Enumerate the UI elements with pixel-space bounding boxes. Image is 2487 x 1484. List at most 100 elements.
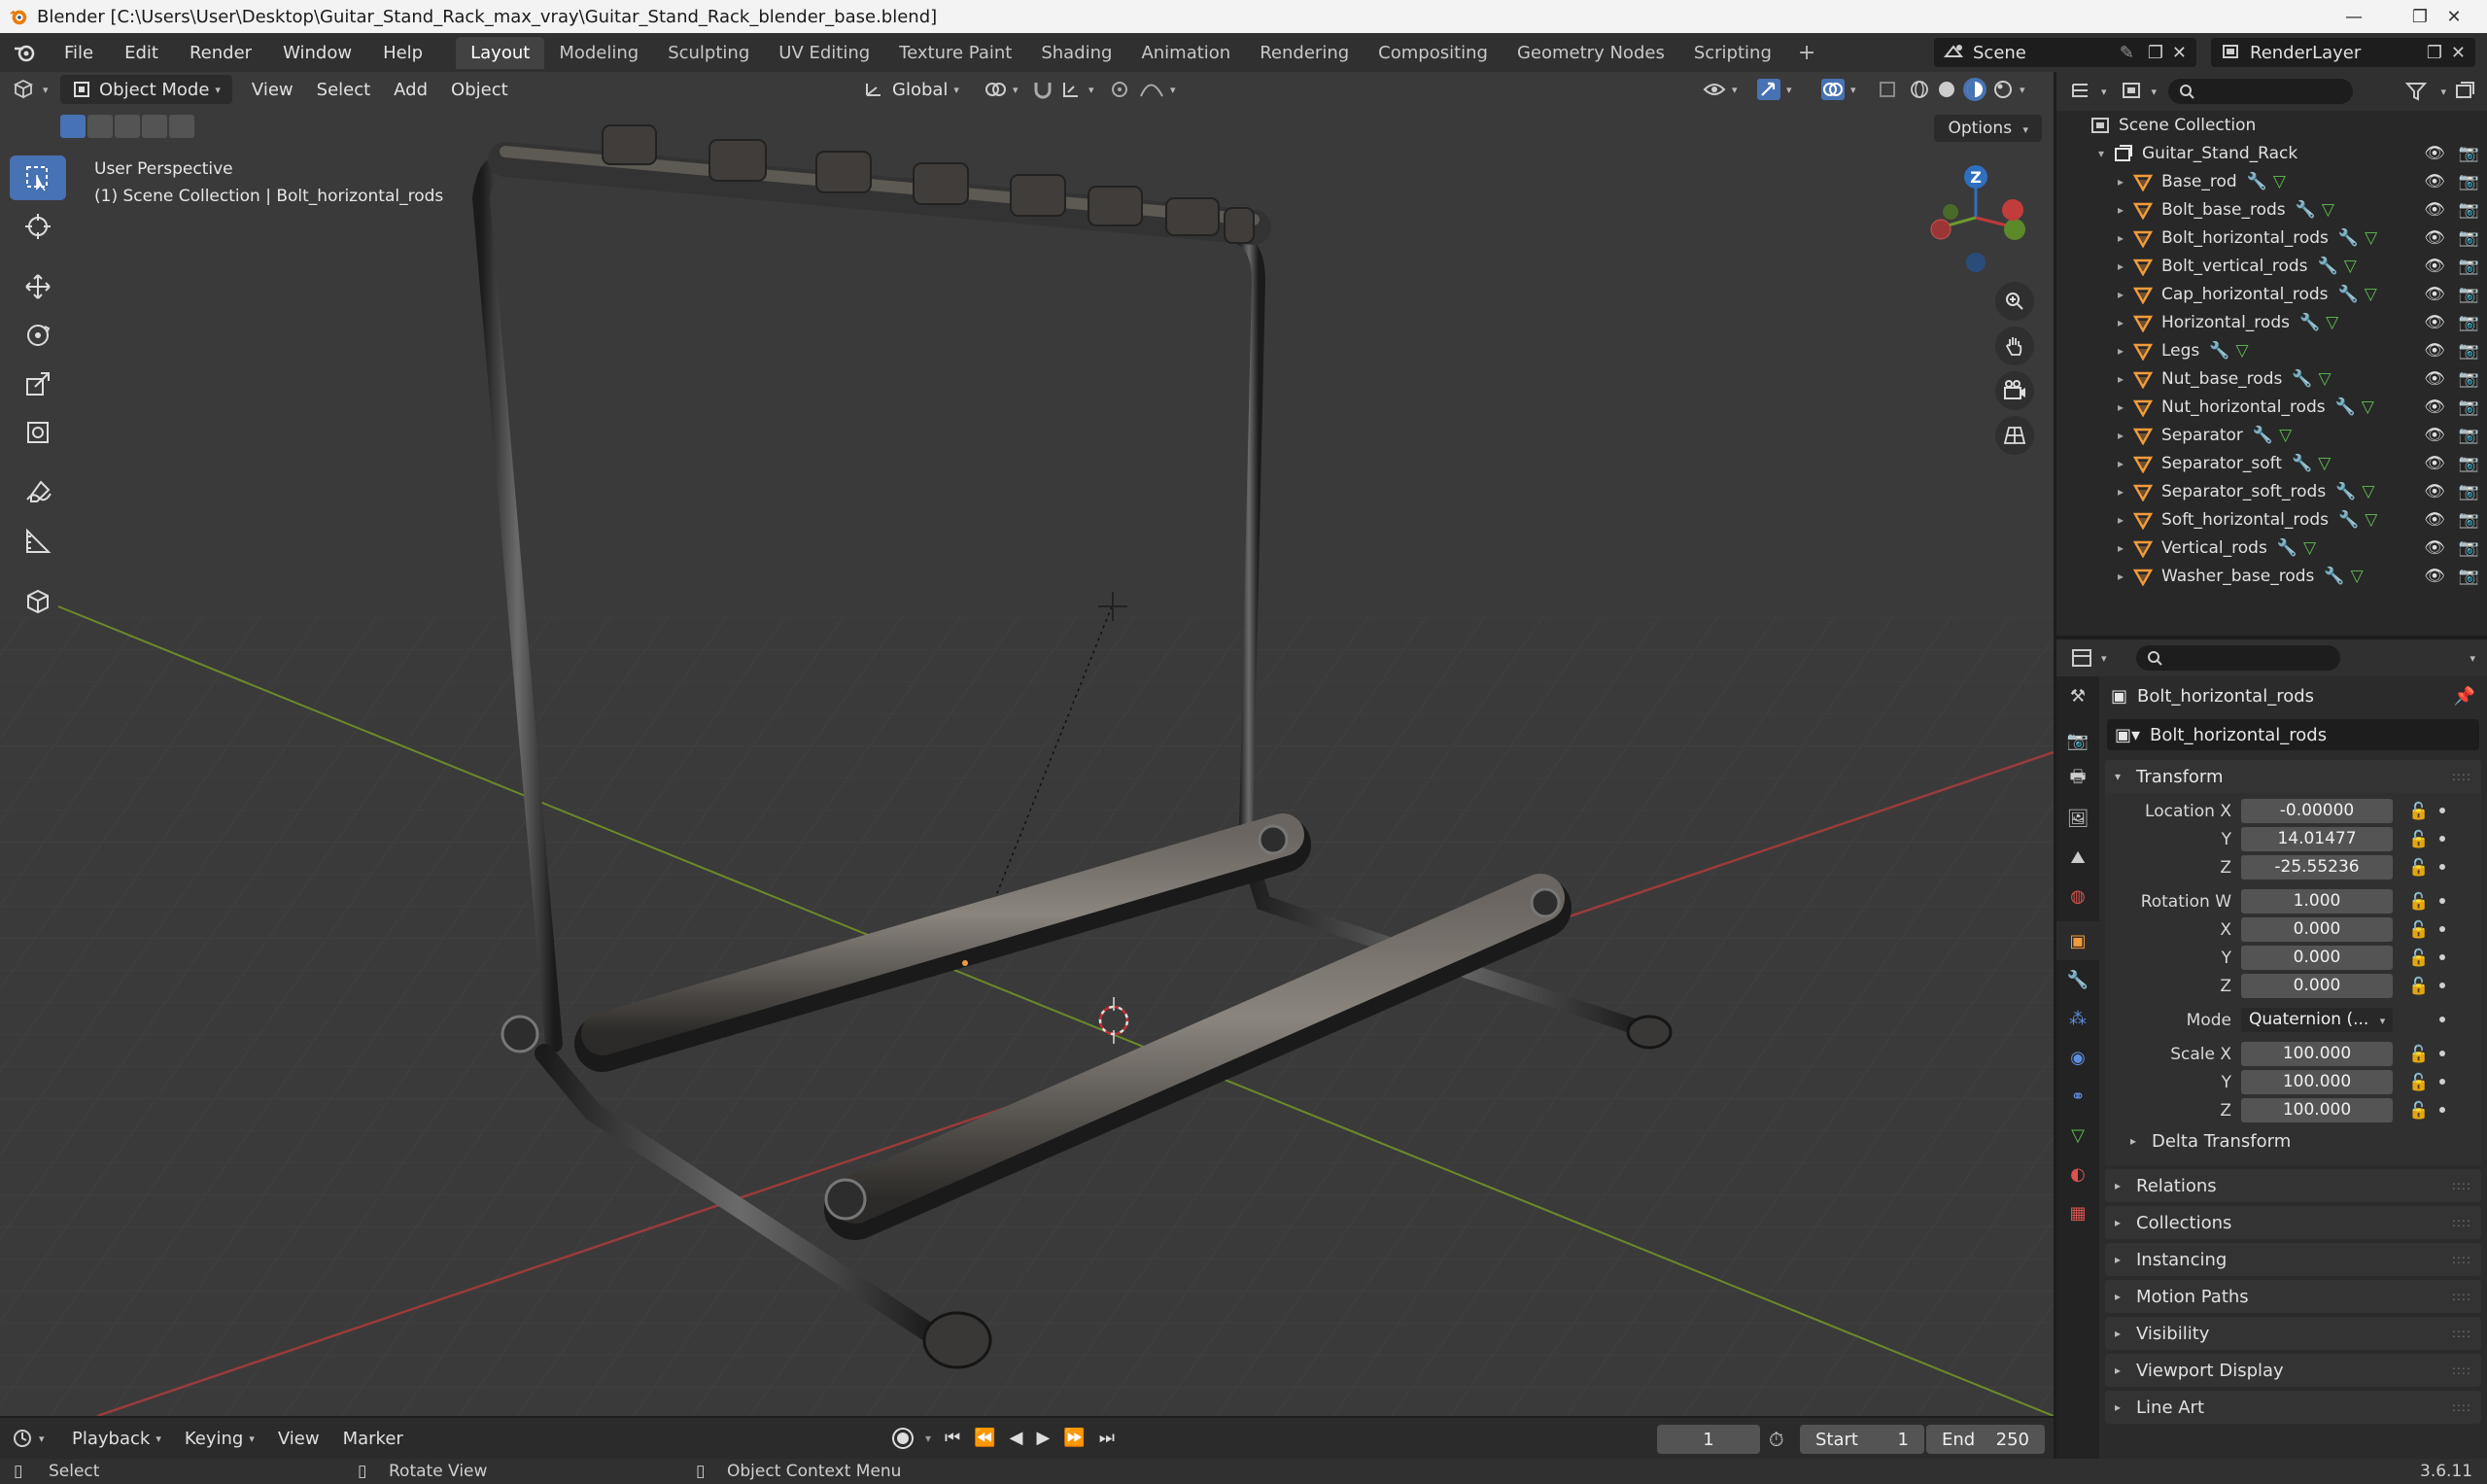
scale-x-field[interactable]: 100.000 (2241, 1042, 2393, 1066)
modifier-wrench-icon[interactable]: 🔧 (2292, 454, 2312, 473)
panel-header-motion-paths[interactable]: ▸ Motion Paths:::: (2105, 1280, 2481, 1313)
keyframe-dot-icon[interactable] (2439, 1079, 2445, 1085)
display-mode-icon[interactable] (2121, 81, 2146, 102)
mesh-data-icon[interactable]: ▽ (2365, 228, 2377, 248)
tab-physics[interactable]: ◉ (2056, 1038, 2099, 1077)
visibility-eye-icon[interactable]: 👁 (2424, 567, 2445, 586)
object-expand-toggle[interactable]: ▸ (2111, 316, 2130, 329)
rotation-z-field[interactable]: 0.000 (2241, 974, 2393, 998)
rotation-mode-dropdown[interactable]: Quaternion (... ▾ (2241, 1008, 2393, 1032)
shading-mode-group[interactable]: ▾ (1897, 75, 2037, 104)
material-shading-icon[interactable] (1963, 78, 1986, 101)
timeline-menu-marker[interactable]: Marker (331, 1424, 415, 1453)
keyframe-dot-icon[interactable] (2439, 1017, 2445, 1022)
editor-type-button[interactable]: ▾ (0, 75, 60, 104)
modifier-wrench-icon[interactable]: 🔧 (2296, 200, 2316, 220)
outliner-object-row[interactable]: ▸ Separator_soft_rods 🔧 ▽ 👁 📷 (2056, 477, 2487, 505)
outliner-object-row[interactable]: ▸ Bolt_vertical_rods 🔧 ▽ 👁 📷 (2056, 252, 2487, 280)
mesh-data-icon[interactable]: ▽ (2235, 341, 2248, 361)
render-camera-icon[interactable]: 📷 (2459, 341, 2479, 361)
delete-view-layer-icon[interactable]: ✕ (2451, 43, 2466, 63)
object-expand-toggle[interactable]: ▸ (2111, 541, 2130, 555)
navigation-gizmo[interactable]: Z (1917, 159, 2034, 276)
end-frame-field[interactable]: End 250 (1926, 1425, 2045, 1454)
object-expand-toggle[interactable]: ▸ (2111, 400, 2130, 414)
new-scene-icon[interactable]: ❐ (2148, 43, 2163, 63)
object-expand-toggle[interactable]: ▸ (2111, 175, 2130, 189)
rotation-y-field[interactable]: 0.000 (2241, 946, 2393, 970)
annotate-tool[interactable] (10, 470, 66, 515)
tab-shading[interactable]: Shading (1026, 37, 1126, 69)
outliner-collection-row[interactable]: ▾ Guitar_Stand_Rack 👁 📷 (2056, 139, 2487, 167)
tab-geometry-nodes[interactable]: Geometry Nodes (1503, 37, 1679, 69)
panel-header-visibility[interactable]: ▸ Visibility:::: (2105, 1317, 2481, 1350)
auto-keying-dropdown-icon[interactable]: ▾ (925, 1432, 931, 1445)
mesh-data-icon[interactable]: ▽ (2362, 482, 2374, 501)
visibility-eye-icon[interactable]: 👁 (2424, 454, 2445, 473)
tab-uv-editing[interactable]: UV Editing (764, 37, 884, 69)
lock-icon[interactable]: 🔓 (2408, 1073, 2429, 1092)
visibility-eye-icon[interactable]: 👁 (2424, 285, 2445, 304)
visibility-eye-icon[interactable]: 👁 (2424, 426, 2445, 445)
mesh-data-icon[interactable]: ▽ (2303, 538, 2316, 558)
viewport-scene[interactable] (0, 72, 2054, 1416)
keyframe-dot-icon[interactable] (2439, 1107, 2445, 1113)
outliner-object-row[interactable]: ▸ Horizontal_rods 🔧 ▽ 👁 📷 (2056, 308, 2487, 336)
render-camera-icon[interactable]: 📷 (2459, 285, 2479, 304)
timeline-menu-view[interactable]: View (266, 1424, 331, 1453)
add-workspace-button[interactable]: + (1786, 41, 1827, 65)
zoom-button[interactable] (1995, 282, 2034, 321)
outliner-editor-icon[interactable] (2070, 81, 2095, 102)
select-extend-icon[interactable] (87, 115, 113, 138)
blender-menu-icon[interactable] (0, 41, 49, 64)
outliner-object-row[interactable]: ▸ Nut_base_rods 🔧 ▽ 👁 📷 (2056, 364, 2487, 393)
visibility-eye-icon[interactable]: 👁 (2424, 510, 2445, 530)
record-button[interactable] (894, 1429, 912, 1447)
modifier-wrench-icon[interactable]: 🔧 (2253, 426, 2273, 445)
outliner-object-row[interactable]: ▸ Separator 🔧 ▽ 👁 📷 (2056, 421, 2487, 449)
modifier-wrench-icon[interactable]: 🔧 (2318, 257, 2338, 276)
outliner-object-row[interactable]: ▸ Washer_base_rods 🔧 ▽ 👁 📷 (2056, 562, 2487, 590)
mesh-data-icon[interactable]: ▽ (2365, 510, 2377, 530)
render-camera-icon[interactable]: 📷 (2459, 313, 2479, 332)
tab-texture[interactable]: ▦ (2056, 1193, 2099, 1232)
lock-icon[interactable]: 🔓 (2408, 977, 2429, 996)
tab-layout[interactable]: Layout (456, 36, 545, 69)
rotate-tool[interactable] (10, 313, 66, 358)
modifier-wrench-icon[interactable]: 🔧 (2338, 510, 2359, 530)
keyframe-dot-icon[interactable] (2439, 864, 2445, 870)
jump-keyframe-back-icon[interactable]: ⏪ (974, 1428, 995, 1448)
mesh-data-icon[interactable]: ▽ (2318, 454, 2331, 473)
mesh-data-icon[interactable]: ▽ (2362, 397, 2374, 417)
gizmo-y-positive[interactable] (2004, 219, 2025, 240)
snap-toggle[interactable]: ▾ (1020, 75, 1106, 104)
tab-sculpting[interactable]: Sculpting (653, 37, 764, 69)
outliner-scene-collection[interactable]: Scene Collection (2056, 111, 2487, 139)
mesh-data-icon[interactable]: ▽ (2365, 285, 2377, 304)
visibility-eye-icon[interactable]: 👁 (2424, 228, 2445, 248)
tab-modeling[interactable]: Modeling (544, 37, 653, 69)
object-expand-toggle[interactable]: ▸ (2111, 429, 2130, 442)
keyframe-dot-icon[interactable] (2439, 898, 2445, 904)
gizmo-toggle[interactable]: ▾ (1745, 75, 1804, 104)
mesh-data-icon[interactable]: ▽ (2326, 313, 2338, 332)
modifier-wrench-icon[interactable]: 🔧 (2292, 369, 2312, 389)
select-subtract-icon[interactable] (115, 115, 140, 138)
select-box-tool[interactable] (10, 155, 66, 200)
timeline-menu-playback[interactable]: Playback ▾ (60, 1424, 173, 1453)
modifier-wrench-icon[interactable]: 🔧 (2299, 313, 2320, 332)
outliner-object-row[interactable]: ▸ Cap_horizontal_rods 🔧 ▽ 👁 📷 (2056, 280, 2487, 308)
gizmo-z-negative[interactable] (1966, 253, 1986, 272)
object-expand-toggle[interactable]: ▸ (2111, 513, 2130, 527)
outliner-object-row[interactable]: ▸ Base_rod 🔧 ▽ 👁 📷 (2056, 167, 2487, 195)
perspective-toggle-button[interactable] (1995, 416, 2034, 455)
collection-visibility-icon[interactable]: 👁 (2424, 144, 2445, 163)
gizmo-x-positive[interactable] (2002, 199, 2023, 221)
proportional-editing-toggle[interactable]: ▾ (1098, 75, 1188, 104)
tab-animation[interactable]: Animation (1126, 37, 1245, 69)
object-mode-dropdown[interactable]: Object Mode ▾ (60, 75, 232, 104)
timeline-editor-type[interactable]: ▾ (0, 1424, 60, 1453)
menu-help[interactable]: Help (367, 43, 438, 63)
transform-tool[interactable] (10, 410, 66, 455)
current-frame-field[interactable]: 1 (1657, 1425, 1760, 1454)
